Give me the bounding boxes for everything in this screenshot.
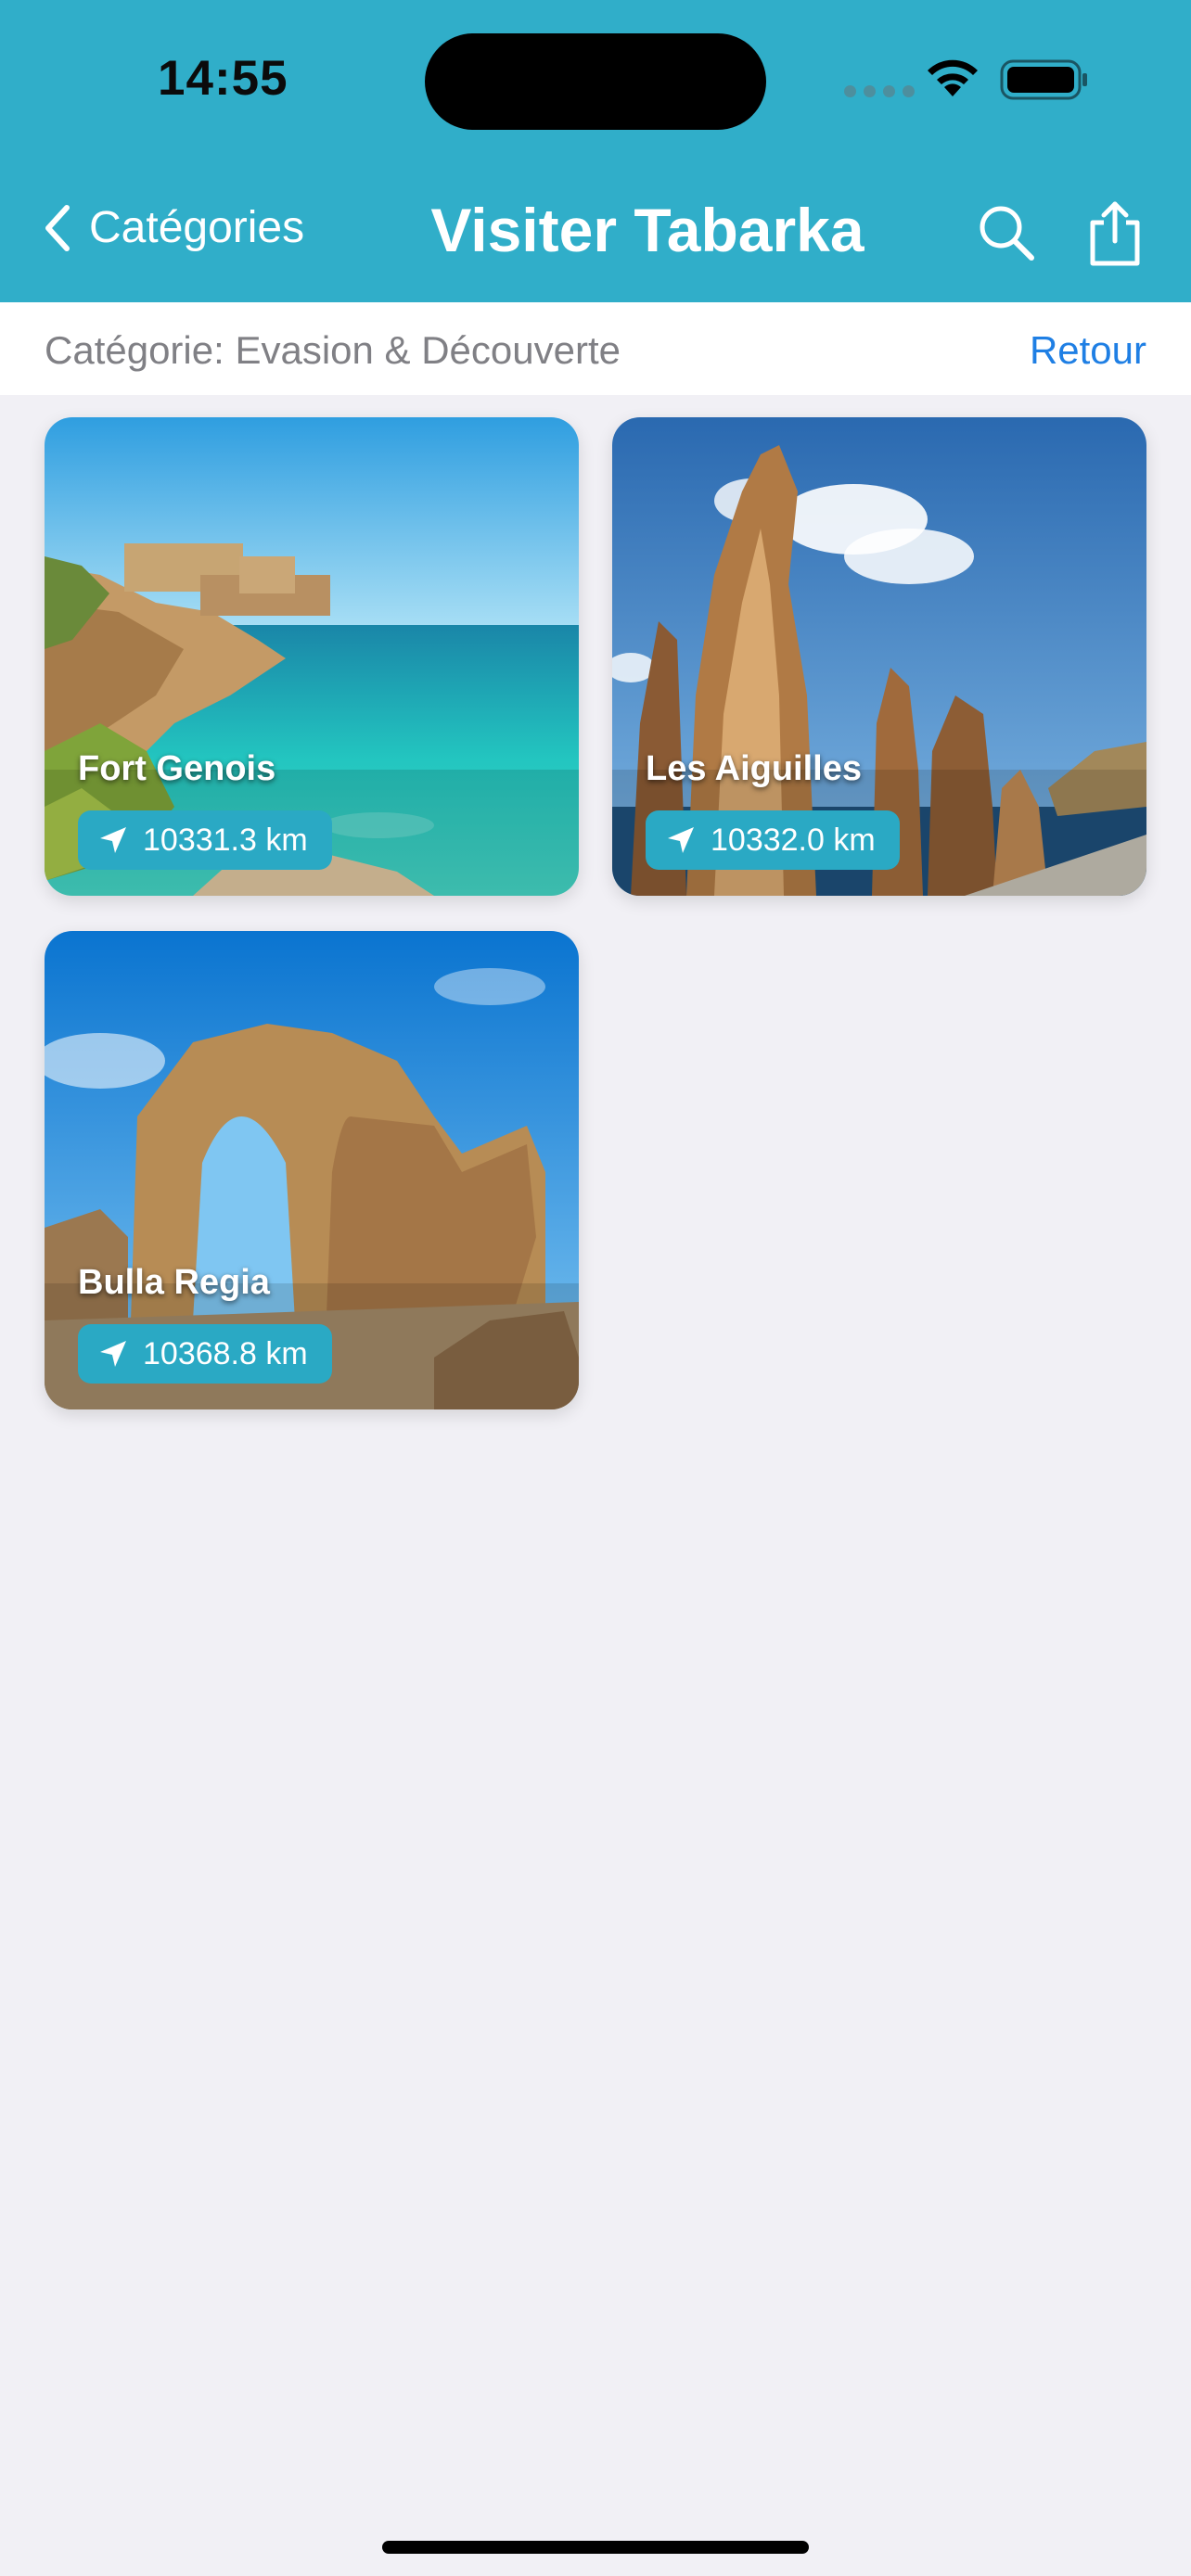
status-time: 14:55 bbox=[158, 51, 288, 106]
distance-value: 10331.3 km bbox=[143, 822, 308, 858]
distance-badge: 10332.0 km bbox=[646, 810, 900, 870]
place-name: Bulla Regia bbox=[78, 1263, 270, 1302]
home-indicator bbox=[382, 2541, 809, 2554]
place-name: Fort Genois bbox=[78, 749, 276, 788]
wifi-icon bbox=[928, 59, 978, 96]
battery-icon bbox=[1000, 59, 1087, 100]
place-name: Les Aiguilles bbox=[646, 749, 862, 788]
place-card-bulla-regia[interactable]: Bulla Regia 10368.8 km bbox=[45, 931, 579, 1409]
place-card-fort-genois[interactable]: Fort Genois 10331.3 km bbox=[45, 417, 579, 896]
category-label: Catégorie: Evasion & Découverte bbox=[45, 328, 621, 372]
share-icon[interactable] bbox=[1087, 200, 1143, 267]
location-arrow-icon bbox=[100, 827, 126, 853]
distance-badge: 10368.8 km bbox=[78, 1324, 332, 1384]
location-arrow-icon bbox=[668, 827, 694, 853]
location-arrow-icon bbox=[100, 1341, 126, 1367]
header: 14:55 Catégories Visiter Tabarka bbox=[0, 0, 1191, 302]
retour-button[interactable]: Retour bbox=[1030, 328, 1146, 373]
distance-value: 10332.0 km bbox=[711, 822, 876, 858]
cellular-signal-icon bbox=[844, 85, 915, 97]
search-icon[interactable] bbox=[978, 204, 1035, 261]
place-card-les-aiguilles[interactable]: Les Aiguilles 10332.0 km bbox=[612, 417, 1146, 896]
category-bar: Catégorie: Evasion & Découverte Retour bbox=[0, 302, 1191, 395]
dynamic-island bbox=[425, 33, 766, 130]
distance-value: 10368.8 km bbox=[143, 1335, 308, 1371]
distance-badge: 10331.3 km bbox=[78, 810, 332, 870]
